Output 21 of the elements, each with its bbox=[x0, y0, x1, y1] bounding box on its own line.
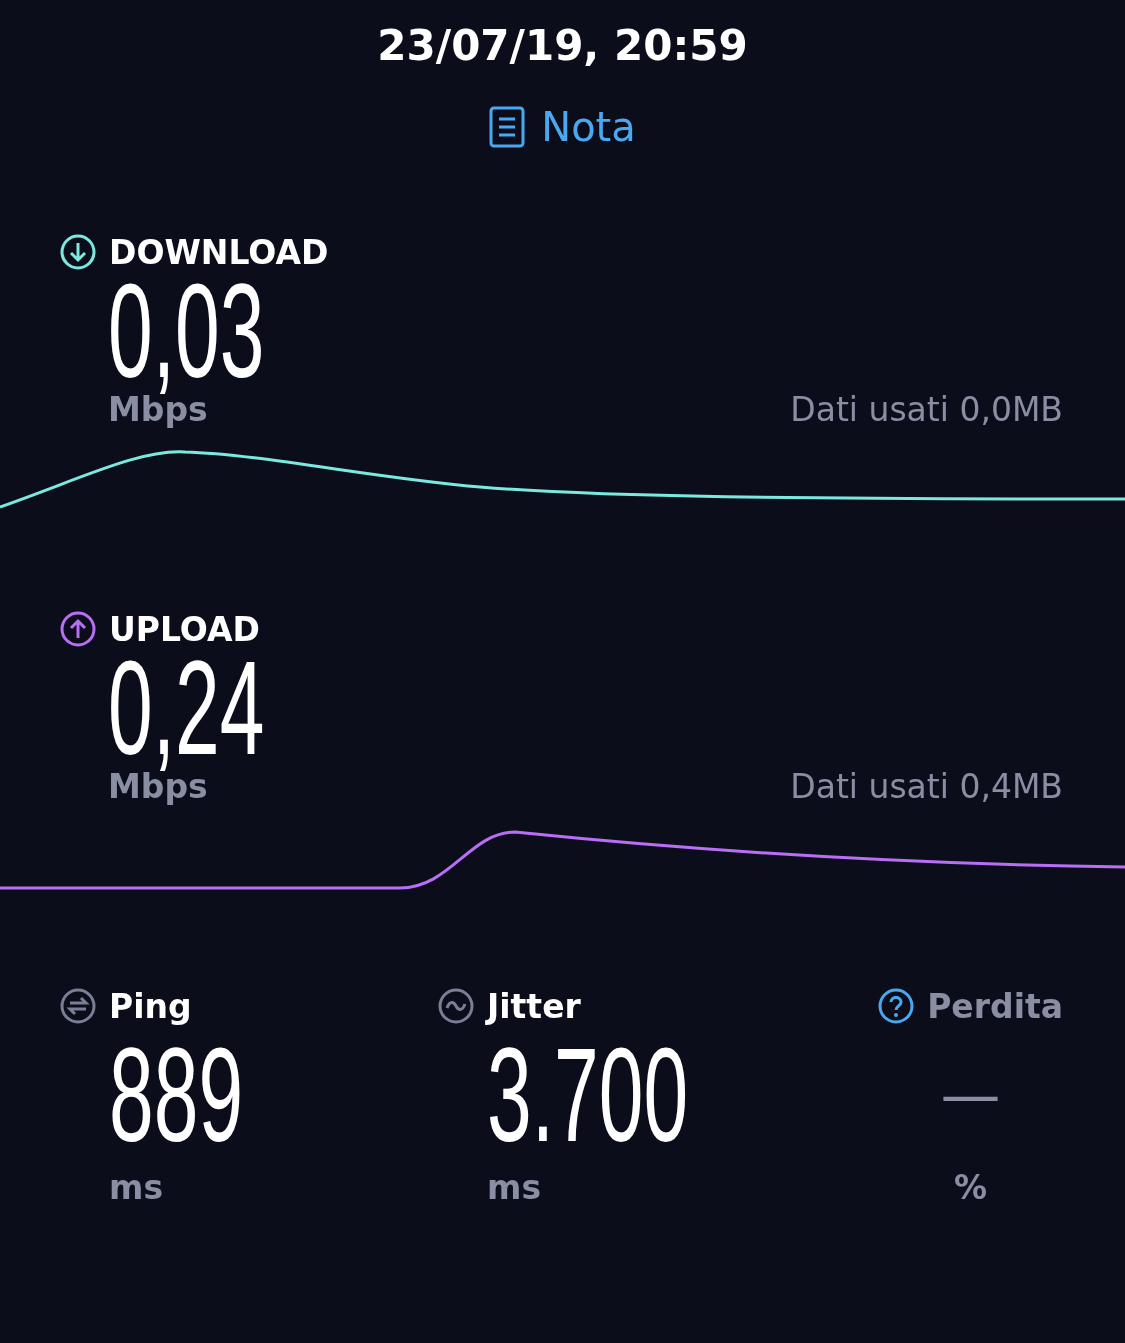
wave-icon bbox=[438, 988, 474, 1024]
upload-icon bbox=[60, 611, 96, 647]
metric-label: Perdita bbox=[927, 986, 1063, 1026]
speed-label: DOWNLOAD bbox=[109, 232, 329, 272]
speed-label: UPLOAD bbox=[109, 609, 260, 649]
download-icon bbox=[60, 234, 96, 270]
document-icon bbox=[489, 106, 526, 148]
note-link[interactable]: Nota bbox=[489, 104, 636, 150]
data-used: Dati usati 0,0MB bbox=[790, 390, 1063, 429]
metric-value: — bbox=[940, 1059, 1001, 1132]
metric-unit: ms bbox=[109, 1168, 165, 1207]
metric-unit: ms bbox=[487, 1168, 543, 1207]
metric-label: Jitter bbox=[487, 986, 581, 1026]
metric-unit: % bbox=[953, 1168, 989, 1207]
help-icon[interactable] bbox=[878, 988, 915, 1024]
metric-value: 3.700 bbox=[487, 1036, 689, 1154]
metric-value: 889 bbox=[109, 1036, 244, 1154]
data-used: Dati usati 0,4MB bbox=[790, 767, 1063, 806]
test-timestamp: 23/07/19, 20:59 bbox=[376, 20, 749, 72]
metric-label: Ping bbox=[109, 986, 192, 1026]
ping-icon bbox=[60, 988, 96, 1024]
